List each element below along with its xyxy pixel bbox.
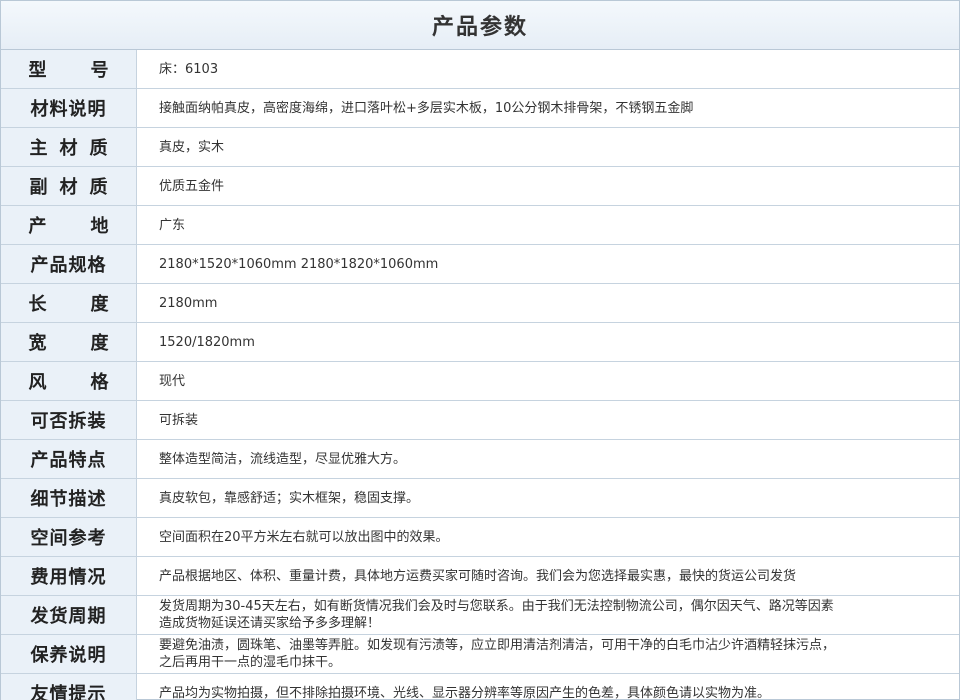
row-value: 床：6103 [159, 61, 219, 77]
row-value-cell: 产品根据地区、体积、重量计费，具体地方运费买家可随时咨询。我们会为您选择最实惠，… [137, 557, 959, 595]
row-label-cell: 宽度 [1, 323, 137, 361]
row-value-cell: 2180*1520*1060mm 2180*1820*1060mm [137, 245, 959, 283]
row-label-cell: 材料说明 [1, 89, 137, 127]
row-value-cell: 空间面积在20平方米左右就可以放出图中的效果。 [137, 518, 959, 556]
parameter-rows: 型号 床：6103 材料说明 接触面纳帕真皮，高密度海绵，进口落叶松+多层实木板，10… [1, 50, 959, 700]
table-row: 材料说明 接触面纳帕真皮，高密度海绵，进口落叶松+多层实木板，10公分钢木排骨架，… [1, 89, 959, 128]
row-label: 副材质 [29, 177, 120, 198]
row-label-cell: 空间参考 [1, 518, 137, 556]
row-value: 空间面积在20平方米左右就可以放出图中的效果。 [159, 529, 449, 545]
row-label: 长度 [28, 294, 153, 315]
row-value-cell: 1520/1820mm [137, 323, 959, 361]
table-row: 型号 床：6103 [1, 50, 959, 89]
row-label-cell: 型号 [1, 50, 137, 88]
table-row: 费用情况 产品根据地区、体积、重量计费，具体地方运费买家可随时咨询。我们会为您选择… [1, 557, 959, 596]
row-value: 真皮软包，靠感舒适；实木框架，稳固支撑。 [159, 490, 420, 506]
table-header: 产品参数 [1, 1, 959, 50]
row-label-cell: 保养说明 [1, 635, 137, 673]
row-label: 产品规格 [30, 255, 107, 276]
row-label-cell: 发货周期 [1, 596, 137, 634]
row-value: 2180*1520*1060mm 2180*1820*1060mm [159, 256, 439, 272]
row-label-cell: 风格 [1, 362, 137, 400]
product-parameters-table: 产品参数 型号 床：6103 材料说明 接触面纳帕真皮，高密度海绵，进口落叶松+多层实… [0, 0, 960, 700]
row-value-cell: 真皮软包，靠感舒适；实木框架，稳固支撑。 [137, 479, 959, 517]
row-label-cell: 长度 [1, 284, 137, 322]
row-label: 材料说明 [30, 99, 107, 120]
row-label: 细节描述 [30, 489, 107, 510]
row-value-cell: 发货周期为30-45天左右，如有断货情况我们会及时与您联系。由于我们无法控制物流… [137, 596, 959, 634]
row-value: 优质五金件 [159, 178, 225, 194]
row-label: 产地 [28, 216, 153, 237]
row-label: 空间参考 [30, 528, 107, 549]
row-label-cell: 产地 [1, 206, 137, 244]
table-row: 可否拆装 可拆装 [1, 401, 959, 440]
row-value-cell: 广东 [137, 206, 959, 244]
row-value: 产品根据地区、体积、重量计费，具体地方运费买家可随时咨询。我们会为您选择最实惠，… [159, 568, 797, 584]
row-label: 友情提示 [30, 684, 107, 700]
table-row: 产地 广东 [1, 206, 959, 245]
row-value-cell: 优质五金件 [137, 167, 959, 205]
row-label: 宽度 [28, 333, 153, 354]
row-label: 费用情况 [30, 567, 107, 588]
row-value: 2180mm [159, 295, 218, 311]
row-value: 1520/1820mm [159, 334, 255, 350]
row-label: 风格 [28, 372, 153, 393]
table-row: 友情提示 产品均为实物拍摄，但不排除拍摄环境、光线、显示器分辨率等原因产生的色差，… [1, 674, 959, 700]
row-label: 产品特点 [30, 450, 107, 471]
row-value-cell: 现代 [137, 362, 959, 400]
row-label-cell: 费用情况 [1, 557, 137, 595]
table-row: 宽度 1520/1820mm [1, 323, 959, 362]
row-value: 广东 [159, 217, 186, 233]
row-value: 现代 [159, 373, 186, 389]
row-value-cell: 可拆装 [137, 401, 959, 439]
row-label-cell: 副材质 [1, 167, 137, 205]
table-row: 主材质 真皮，实木 [1, 128, 959, 167]
row-label: 保养说明 [30, 645, 107, 666]
row-value: 产品均为实物拍摄，但不排除拍摄环境、光线、显示器分辨率等原因产生的色差，具体颜色… [159, 685, 771, 700]
table-row: 细节描述 真皮软包，靠感舒适；实木框架，稳固支撑。 [1, 479, 959, 518]
table-row: 空间参考 空间面积在20平方米左右就可以放出图中的效果。 [1, 518, 959, 557]
table-row: 风格 现代 [1, 362, 959, 401]
row-label-cell: 可否拆装 [1, 401, 137, 439]
table-row: 长度 2180mm [1, 284, 959, 323]
row-value-cell: 产品均为实物拍摄，但不排除拍摄环境、光线、显示器分辨率等原因产生的色差，具体颜色… [137, 674, 959, 700]
row-label: 型号 [28, 60, 153, 81]
row-label: 可否拆装 [30, 411, 107, 432]
row-label: 主材质 [29, 138, 120, 159]
row-value-cell: 2180mm [137, 284, 959, 322]
row-label-cell: 细节描述 [1, 479, 137, 517]
row-label-cell: 产品特点 [1, 440, 137, 478]
table-title: 产品参数 [431, 15, 528, 40]
row-value: 可拆装 [159, 412, 199, 428]
row-label-cell: 产品规格 [1, 245, 137, 283]
row-value: 整体造型简洁，流线造型，尽显优雅大方。 [159, 451, 407, 467]
table-row: 产品特点 整体造型简洁，流线造型，尽显优雅大方。 [1, 440, 959, 479]
row-value-cell: 要避免油渍，圆珠笔、油墨等弄脏。如发现有污渍等，应立即用清洁剂清洁，可用干净的白… [137, 635, 959, 673]
row-value: 真皮，实木 [159, 139, 225, 155]
table-row: 发货周期 发货周期为30-45天左右，如有断货情况我们会及时与您联系。由于我们无法… [1, 596, 959, 635]
table-row: 保养说明 要避免油渍，圆珠笔、油墨等弄脏。如发现有污渍等，应立即用清洁剂清洁，可用… [1, 635, 959, 674]
table-row: 产品规格 2180*1520*1060mm 2180*1820*1060mm [1, 245, 959, 284]
row-value-cell: 整体造型简洁，流线造型，尽显优雅大方。 [137, 440, 959, 478]
row-value: 发货周期为30-45天左右，如有断货情况我们会及时与您联系。由于我们无法控制物流… [159, 599, 834, 631]
row-value-cell: 真皮，实木 [137, 128, 959, 166]
row-label: 发货周期 [30, 606, 107, 627]
row-value: 接触面纳帕真皮，高密度海绵，进口落叶松+多层实木板，10公分钢木排骨架，不锈钢五… [159, 100, 694, 116]
row-label-cell: 主材质 [1, 128, 137, 166]
table-row: 副材质 优质五金件 [1, 167, 959, 206]
row-label-cell: 友情提示 [1, 674, 137, 700]
row-value-cell: 接触面纳帕真皮，高密度海绵，进口落叶松+多层实木板，10公分钢木排骨架，不锈钢五… [137, 89, 959, 127]
row-value-cell: 床：6103 [137, 50, 959, 88]
row-value: 要避免油渍，圆珠笔、油墨等弄脏。如发现有污渍等，应立即用清洁剂清洁，可用干净的白… [159, 638, 836, 670]
